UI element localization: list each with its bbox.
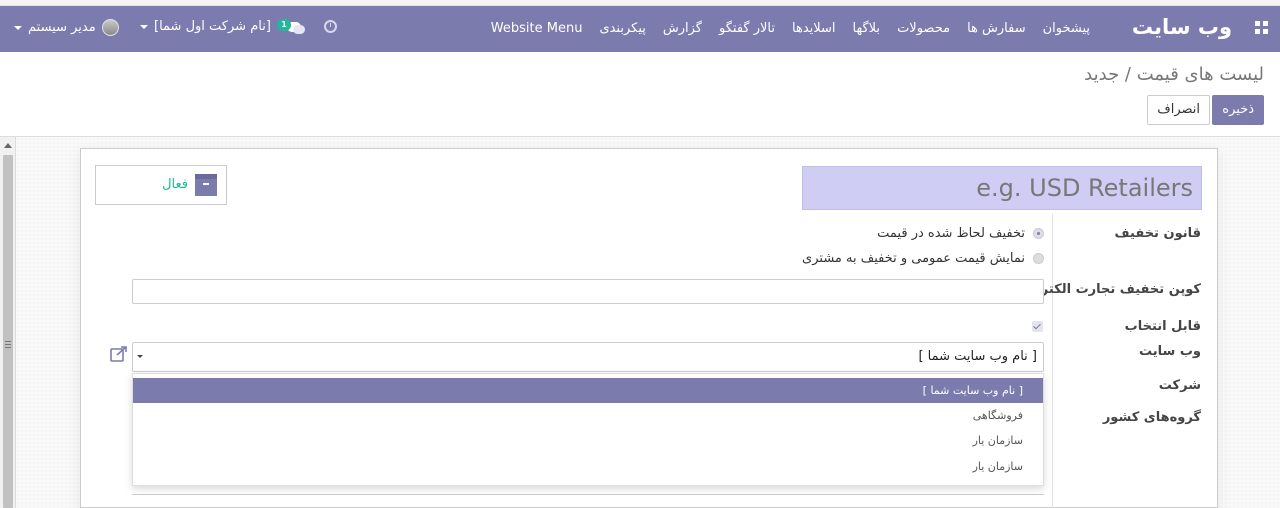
label-separator — [1052, 214, 1053, 508]
active-label: فعال — [162, 177, 188, 192]
user-menu[interactable]: مدیر سیستم — [14, 19, 119, 36]
discount-option-1[interactable]: تخفیف لحاظ شده در قیمت — [877, 226, 1044, 241]
menu-item-forum[interactable]: تالار گفتگو — [719, 21, 775, 36]
field-underline — [132, 494, 1044, 495]
chat-icon[interactable]: 1 — [277, 19, 307, 35]
menu-item-products[interactable]: محصولات — [897, 21, 950, 36]
coupon-label: کوپن تخفیف تجارت الکترونیک — [1009, 282, 1201, 297]
discount-option-1-label: تخفیف لحاظ شده در قیمت — [877, 226, 1025, 241]
caret-down-icon[interactable] — [137, 355, 143, 358]
website-select[interactable]: [ نام وب سایت شما ] — [132, 342, 1044, 372]
breadcrumb: لیست های قیمت / جدید — [1084, 64, 1264, 85]
company-field-label: شرکت — [1158, 378, 1201, 393]
chat-badge: 1 — [277, 19, 291, 31]
website-label: وب سایت — [1139, 344, 1201, 359]
dropdown-option[interactable]: سازمان یار — [133, 428, 1043, 453]
user-name: مدیر سیستم — [28, 20, 96, 35]
menu-item-orders[interactable]: سفارش ها — [967, 21, 1026, 36]
vertical-scrollbar[interactable] — [0, 137, 16, 508]
caret-down-icon — [14, 25, 22, 30]
discount-option-2[interactable]: نمایش قیمت عمومی و تخفیف به مشتری — [802, 251, 1044, 266]
radio-checked[interactable] — [1033, 228, 1044, 239]
menu-item-slides[interactable]: اسلایدها — [792, 21, 836, 36]
caret-down-icon — [140, 24, 148, 29]
selectable-label: قابل انتخاب — [1124, 319, 1201, 334]
website-select-value: [ نام وب سایت شما ] — [918, 349, 1037, 364]
pricelist-name-input[interactable]: e.g. USD Retailers — [802, 166, 1202, 210]
coupon-input[interactable] — [132, 279, 1044, 304]
scroll-up-icon[interactable] — [4, 143, 12, 148]
discount-option-2-label: نمایش قیمت عمومی و تخفیف به مشتری — [802, 251, 1025, 266]
website-dropdown-list: [ نام وب سایت شما ] فروشگاهی سازمان یار … — [132, 373, 1044, 486]
menu-item-website-menu[interactable]: Website Menu — [491, 21, 583, 36]
dropdown-option[interactable]: [ نام وب سایت شما ] — [133, 378, 1043, 403]
company-name: [نام شرکت اول شما] — [154, 19, 271, 34]
menu-item-reporting[interactable]: گزارش — [663, 21, 702, 36]
dropdown-option[interactable]: فروشگاهی — [133, 403, 1043, 428]
external-link-icon[interactable] — [110, 346, 128, 362]
discount-policy-label: قانون تخفیف — [1114, 226, 1201, 241]
radio-unchecked[interactable] — [1033, 253, 1044, 264]
scrollbar-thumb[interactable] — [3, 155, 13, 508]
menu-item-dashboard[interactable]: پیشخوان — [1043, 21, 1090, 36]
dropdown-option[interactable]: سازمان یار — [133, 454, 1043, 479]
apps-grid-icon[interactable] — [1255, 21, 1268, 34]
main-navbar: وب سایت پیشخوان سفارش ها محصولات بلاگها … — [0, 6, 1280, 52]
app-brand-title: وب سایت — [1131, 15, 1232, 39]
company-switcher[interactable]: [نام شرکت اول شما] — [140, 19, 271, 34]
active-toggle-button[interactable]: فعال — [95, 165, 227, 205]
top-menu: پیشخوان سفارش ها محصولات بلاگها اسلایدها… — [491, 21, 1090, 36]
country-groups-label: گروه‌های کشور — [1102, 410, 1201, 425]
selectable-checkbox[interactable] — [1032, 321, 1043, 332]
save-button[interactable]: ذخیره — [1212, 95, 1264, 125]
menu-item-blogs[interactable]: بلاگها — [853, 21, 881, 36]
scrollbar-grip-icon — [5, 341, 11, 342]
clock-icon[interactable] — [324, 20, 337, 33]
avatar — [101, 19, 119, 36]
menu-item-configuration[interactable]: پیکربندی — [599, 21, 645, 36]
archive-icon — [195, 174, 217, 196]
discard-button[interactable]: انصراف — [1147, 95, 1210, 125]
